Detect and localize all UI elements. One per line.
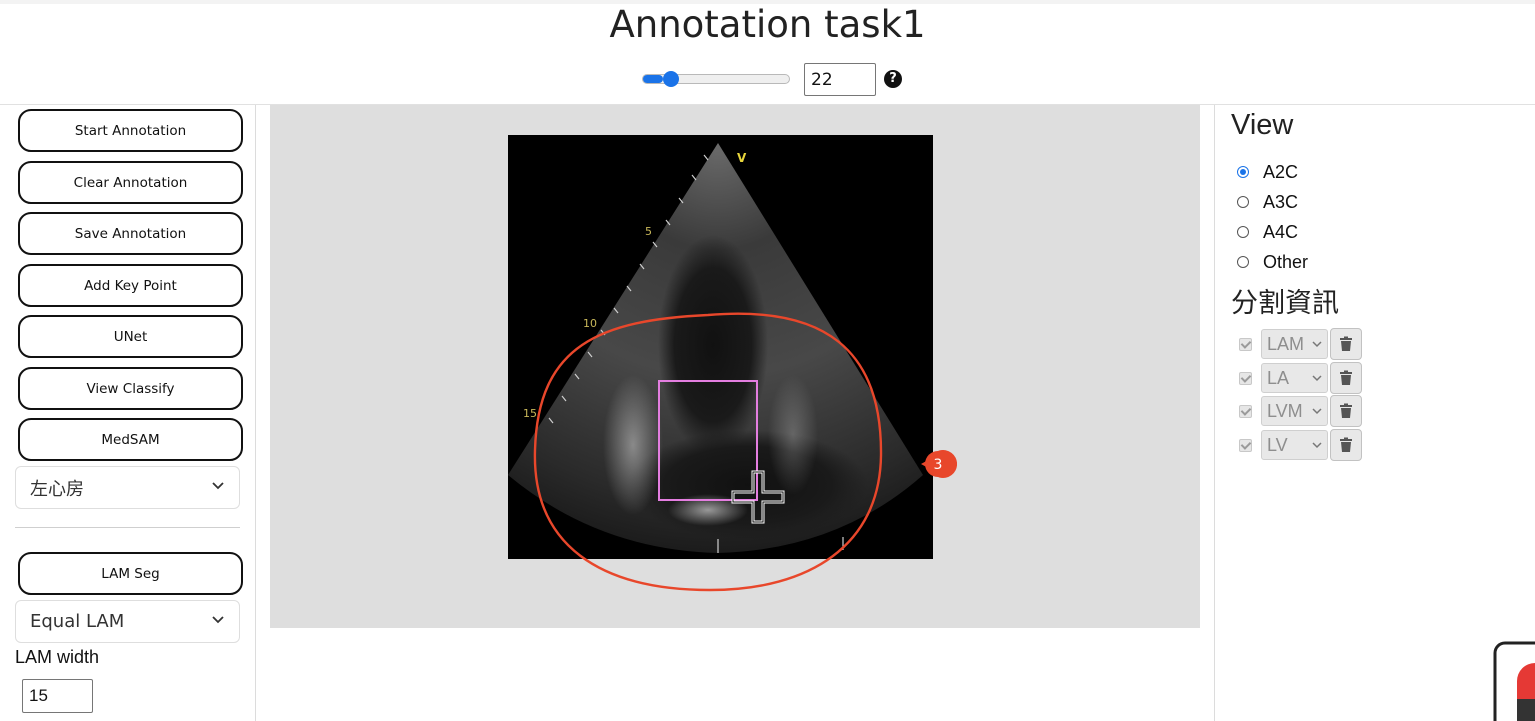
radio-other[interactable]	[1237, 256, 1249, 268]
lam-mode-select-value: Equal LAM	[30, 611, 125, 632]
page-title: Annotation task1	[609, 3, 926, 46]
start-annotation-button[interactable]: Start Annotation	[18, 109, 243, 152]
chevron-down-icon	[1312, 375, 1322, 382]
delete-seg-button[interactable]	[1330, 395, 1362, 427]
right-panel: View A2C A3C A4C Other 分割資訊 LAM LA LVM L…	[1214, 105, 1535, 721]
seg-checkbox[interactable]	[1239, 404, 1252, 418]
unet-button[interactable]: UNet	[18, 315, 243, 358]
delete-seg-button[interactable]	[1330, 429, 1362, 461]
step-badge-label: 3	[934, 457, 943, 473]
slider-fill	[643, 75, 664, 83]
view-option-label: A2C	[1263, 161, 1299, 182]
region-select-value: 左心房	[30, 478, 84, 500]
medsam-button[interactable]: MedSAM	[18, 418, 243, 461]
bounding-box[interactable]	[658, 380, 758, 501]
view-option-label: A4C	[1263, 221, 1299, 242]
trash-icon	[1340, 403, 1352, 418]
region-select[interactable]: 左心房	[15, 466, 240, 509]
view-title: View	[1231, 109, 1294, 141]
seg-item-lv: LV	[1239, 429, 1362, 461]
toolbar-divider	[15, 527, 240, 528]
annotation-overlay	[533, 312, 883, 592]
seg-select-value: LV	[1267, 434, 1288, 455]
step-badge: 3	[921, 450, 957, 478]
lam-mode-select[interactable]: Equal LAM	[15, 600, 240, 643]
frame-number-input[interactable]	[804, 63, 876, 96]
trash-icon	[1340, 336, 1352, 351]
seg-checkbox[interactable]	[1239, 337, 1252, 351]
lam-width-label: LAM width	[15, 647, 100, 667]
radio-a3c[interactable]	[1237, 196, 1249, 208]
seg-select[interactable]: LV	[1261, 430, 1328, 460]
chevron-down-icon	[1312, 442, 1322, 449]
chevron-down-icon	[212, 482, 224, 490]
chevron-down-icon	[212, 616, 224, 624]
chevron-down-icon	[1312, 341, 1322, 348]
chevron-down-icon	[1312, 408, 1322, 415]
recording-widget-icon[interactable]	[1493, 641, 1535, 721]
save-annotation-button[interactable]: Save Annotation	[18, 212, 243, 255]
add-key-point-button[interactable]: Add Key Point	[18, 264, 243, 307]
view-classify-button[interactable]: View Classify	[18, 367, 243, 410]
trash-icon	[1340, 370, 1352, 385]
seg-item-lvm: LVM	[1239, 395, 1362, 427]
delete-seg-button[interactable]	[1330, 328, 1362, 360]
seg-item-la: LA	[1239, 362, 1362, 394]
view-option-a3c[interactable]: A3C	[1237, 190, 1298, 214]
question-circle-icon[interactable]: ?	[884, 70, 902, 88]
view-option-a2c[interactable]: A2C	[1237, 160, 1298, 184]
clear-annotation-button[interactable]: Clear Annotation	[18, 161, 243, 204]
segmentation-title: 分割資訊	[1231, 288, 1339, 319]
seg-checkbox[interactable]	[1239, 438, 1252, 452]
view-option-label: A3C	[1263, 191, 1299, 212]
seg-item-lam: LAM	[1239, 328, 1362, 360]
seg-select[interactable]: LVM	[1261, 396, 1328, 426]
radio-a4c[interactable]	[1237, 226, 1249, 238]
seg-select-value: LVM	[1267, 400, 1303, 421]
radio-a2c[interactable]	[1237, 166, 1249, 178]
seg-select-value: LAM	[1267, 333, 1305, 354]
seg-select[interactable]: LA	[1261, 363, 1328, 393]
seg-select-value: LA	[1267, 367, 1290, 388]
seg-select[interactable]: LAM	[1261, 329, 1328, 359]
annotation-canvas[interactable]: V 5 10 15	[270, 105, 1200, 628]
view-option-other[interactable]: Other	[1237, 250, 1308, 274]
seg-checkbox[interactable]	[1239, 371, 1252, 385]
trash-icon	[1340, 437, 1352, 452]
annotation-circle	[533, 312, 883, 592]
lam-seg-button[interactable]: LAM Seg	[18, 552, 243, 595]
slider-thumb[interactable]	[663, 71, 680, 87]
left-toolbar: Start Annotation Clear Annotation Save A…	[0, 105, 256, 721]
view-option-a4c[interactable]: A4C	[1237, 220, 1298, 244]
delete-seg-button[interactable]	[1330, 362, 1362, 394]
lam-width-input[interactable]	[22, 679, 93, 713]
view-option-label: Other	[1263, 251, 1309, 272]
